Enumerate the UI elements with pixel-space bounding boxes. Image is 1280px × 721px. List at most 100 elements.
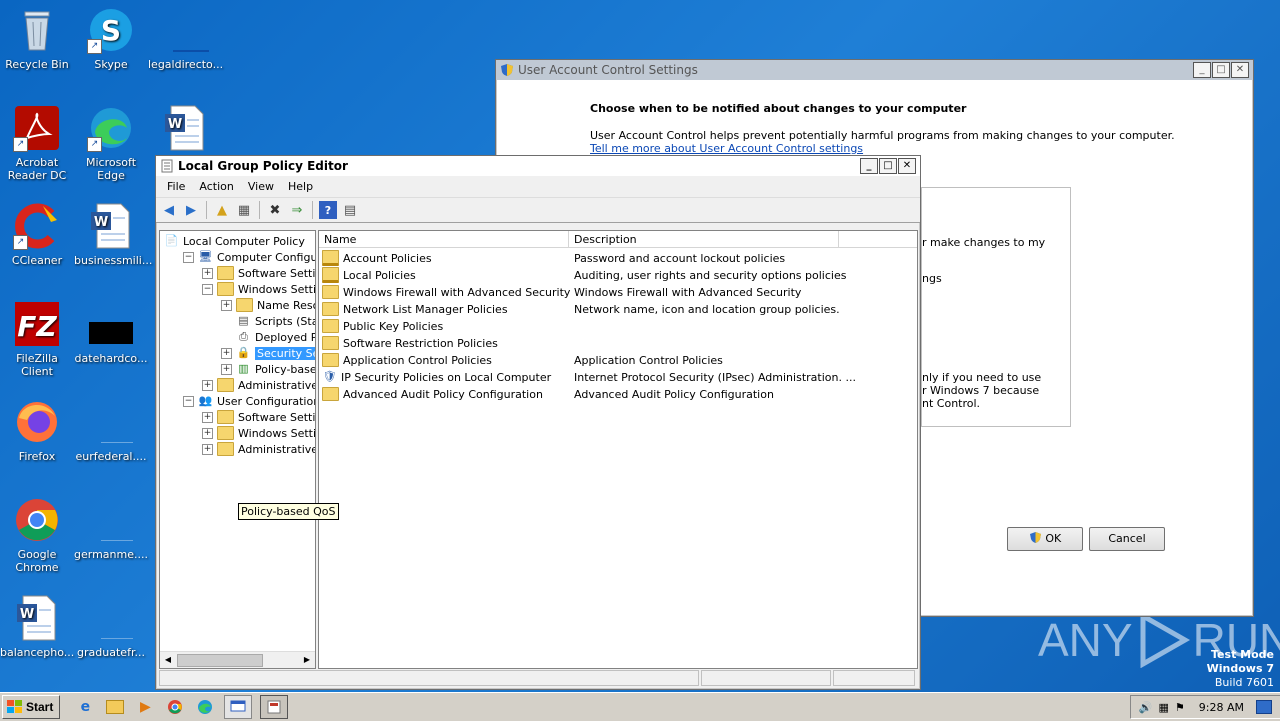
- svg-text:S: S: [101, 14, 121, 47]
- list-item[interactable]: Windows Firewall with Advanced Security: [322, 284, 570, 300]
- desktop-icon-firefox[interactable]: Firefox: [0, 398, 74, 463]
- scroll-left-icon[interactable]: ◀: [161, 654, 175, 666]
- maximize-button[interactable]: □: [1212, 62, 1230, 78]
- up-folder-icon[interactable]: ▲: [213, 201, 231, 219]
- printer-icon: ⎙: [239, 330, 248, 343]
- menu-help[interactable]: Help: [281, 178, 320, 195]
- scroll-thumb[interactable]: [177, 654, 263, 667]
- desktop-icon-ccleaner[interactable]: ↗ CCleaner: [0, 202, 74, 267]
- collapse-icon[interactable]: −: [183, 251, 194, 263]
- expand-icon[interactable]: +: [221, 299, 232, 311]
- minimize-button[interactable]: _: [860, 158, 878, 174]
- minimize-button[interactable]: _: [1193, 62, 1211, 78]
- clock[interactable]: 9:28 AM: [1199, 701, 1244, 714]
- explorer-folder-icon[interactable]: [104, 696, 126, 718]
- desktop-icon-germanme[interactable]: germanme....: [74, 496, 148, 561]
- properties-icon[interactable]: ▤: [341, 201, 359, 219]
- menu-file[interactable]: File: [160, 178, 192, 195]
- desktop-icon-acrobat[interactable]: ↗ Acrobat Reader DC: [0, 104, 74, 182]
- horizontal-scrollbar[interactable]: ◀ ▶: [160, 651, 315, 668]
- desktop-icon-eurfederal[interactable]: eurfederal....: [74, 398, 148, 463]
- scroll-right-icon[interactable]: ▶: [300, 654, 314, 666]
- delete-icon[interactable]: ✖: [266, 201, 284, 219]
- list-item[interactable]: Local Policies: [322, 267, 416, 283]
- media-player-icon[interactable]: ▶: [134, 696, 156, 718]
- tree-item[interactable]: + 🔒 Security Setting: [221, 345, 315, 361]
- desktop-icon-graduatefr[interactable]: graduatefr...: [74, 594, 148, 659]
- maximize-button[interactable]: □: [879, 158, 897, 174]
- desktop-icon-datehardco[interactable]: datehardco...: [74, 300, 148, 365]
- volume-icon[interactable]: 🔊: [1139, 701, 1153, 714]
- list-item[interactable]: 🛡 IP Security Policies on Local Computer: [322, 369, 552, 385]
- menu-view[interactable]: View: [241, 178, 281, 195]
- tree-item-label: Security Setting: [255, 346, 315, 360]
- ok-button[interactable]: OK: [1007, 527, 1083, 551]
- expand-icon[interactable]: +: [221, 347, 232, 359]
- column-header-extra[interactable]: [839, 231, 917, 248]
- expand-icon[interactable]: +: [202, 379, 213, 391]
- uac-title: User Account Control Settings: [518, 63, 698, 77]
- gpe-taskbar-button[interactable]: [260, 695, 289, 719]
- forward-icon[interactable]: ▶: [182, 201, 200, 219]
- desktop-icon-filezilla[interactable]: FZ FileZilla Client: [0, 300, 74, 378]
- tree-item[interactable]: ⎙ Deployed Printe: [221, 329, 315, 345]
- tree-item[interactable]: − 👥 User Configuration: [183, 393, 315, 409]
- back-icon[interactable]: ◀: [160, 201, 178, 219]
- menu-action[interactable]: Action: [192, 178, 240, 195]
- tree-item[interactable]: + Software Settings: [202, 409, 315, 425]
- desktop-icon-edge[interactable]: ↗ Microsoft Edge: [74, 104, 148, 182]
- tree-item[interactable]: + Name Resolutic: [221, 297, 315, 313]
- show-desktop-icon[interactable]: [1256, 700, 1272, 714]
- help-icon[interactable]: ?: [319, 201, 337, 219]
- tree-item[interactable]: −🖥 Computer Configuratio: [183, 249, 315, 265]
- desktop-icon-skype[interactable]: S ↗ Skype: [74, 6, 148, 71]
- chrome-icon[interactable]: [164, 696, 186, 718]
- ie-icon[interactable]: e: [74, 696, 96, 718]
- start-button[interactable]: Start: [2, 695, 61, 719]
- expand-icon[interactable]: +: [221, 363, 232, 375]
- list-item[interactable]: Software Restriction Policies: [322, 335, 498, 351]
- tree-item[interactable]: + Administrative Tem: [202, 377, 315, 393]
- desktop-icon-recycle-bin[interactable]: Recycle Bin: [0, 6, 74, 71]
- uac-taskbar-button[interactable]: [224, 695, 253, 719]
- desktop-icon-legaldirecto[interactable]: legaldirecto...: [148, 6, 223, 71]
- expand-icon[interactable]: +: [202, 443, 213, 455]
- uac-learn-more-link[interactable]: Tell me more about User Account Control …: [590, 142, 863, 155]
- edge-icon[interactable]: [194, 696, 216, 718]
- desktop-icon-businessmili[interactable]: W businessmili...: [74, 202, 152, 267]
- tree-item[interactable]: ▤ Scripts (Startup: [221, 313, 315, 329]
- expand-icon[interactable]: +: [202, 411, 213, 423]
- desktop-icon-balancepho[interactable]: W balancepho...: [0, 594, 74, 659]
- desktop-icon-word-doc[interactable]: W: [148, 104, 222, 156]
- tree-item[interactable]: + Software Settings: [202, 265, 315, 281]
- ok-button-label: OK: [1045, 532, 1062, 545]
- cancel-button[interactable]: Cancel: [1089, 527, 1165, 551]
- show-hide-tree-icon[interactable]: ▦: [235, 201, 253, 219]
- uac-titlebar[interactable]: User Account Control Settings _ □ ✕: [496, 60, 1253, 80]
- tree-item[interactable]: + ▥ Policy-based Q: [221, 361, 315, 377]
- action-center-icon[interactable]: ⚑: [1175, 701, 1185, 714]
- tree-item[interactable]: 📄 Local Computer Policy: [164, 233, 305, 249]
- column-header-name[interactable]: Name: [319, 231, 569, 248]
- expand-icon[interactable]: +: [202, 267, 213, 279]
- close-button[interactable]: ✕: [1231, 62, 1249, 78]
- list-item[interactable]: Advanced Audit Policy Configuration: [322, 386, 543, 402]
- desktop-icon-label: Acrobat Reader DC: [7, 156, 67, 182]
- tree-item-label: Computer Configuratio: [217, 250, 315, 264]
- list-item[interactable]: Application Control Policies: [322, 352, 492, 368]
- list-item[interactable]: Account Policies: [322, 250, 432, 266]
- tree-item[interactable]: − Windows Settings: [202, 281, 315, 297]
- collapse-icon[interactable]: −: [202, 283, 213, 295]
- expand-icon[interactable]: +: [202, 427, 213, 439]
- gpe-titlebar[interactable]: Local Group Policy Editor _ □ ✕: [156, 156, 920, 176]
- list-item[interactable]: Network List Manager Policies: [322, 301, 508, 317]
- list-item[interactable]: Public Key Policies: [322, 318, 443, 334]
- network-icon[interactable]: ▦: [1159, 701, 1169, 714]
- collapse-icon[interactable]: −: [183, 395, 194, 407]
- tree-item[interactable]: + Windows Settings: [202, 425, 315, 441]
- desktop-icon-chrome[interactable]: Google Chrome: [0, 496, 74, 574]
- column-header-description[interactable]: Description: [569, 231, 839, 248]
- tree-item[interactable]: + Administrative Tem: [202, 441, 315, 457]
- close-button[interactable]: ✕: [898, 158, 916, 174]
- export-list-icon[interactable]: ⇒: [288, 201, 306, 219]
